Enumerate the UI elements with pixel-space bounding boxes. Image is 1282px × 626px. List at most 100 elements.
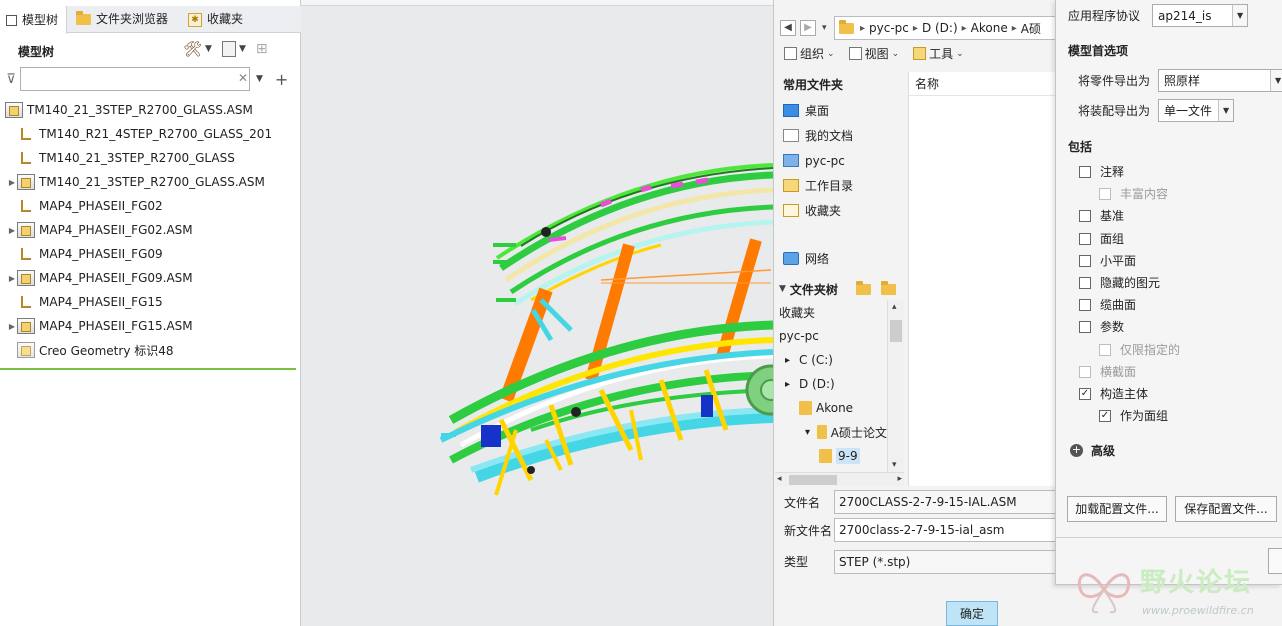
tab-favorites[interactable]: ✱ 收藏夹 <box>182 6 249 33</box>
tree-node[interactable]: TM140_R21_4STEP_R2700_GLASS_201 <box>0 122 300 146</box>
load-config-button[interactable]: 加载配置文件... <box>1067 496 1167 522</box>
tree-settings-button[interactable]: 🛠 ▼ <box>183 40 212 58</box>
folder-tree-item[interactable]: ▾ A硕士论文 <box>775 420 887 444</box>
folder-tree-item[interactable]: 9-9 <box>775 444 887 468</box>
expand-arrow-icon[interactable]: ▸ <box>785 379 795 390</box>
scroll-down-icon[interactable]: ▾ <box>892 460 897 470</box>
folder-tree-item[interactable]: ▸ D (D:) <box>775 372 887 396</box>
expand-arrow-icon[interactable]: ▸ <box>785 355 795 366</box>
place-item[interactable]: 我的文档 <box>779 123 907 148</box>
checkbox[interactable] <box>1079 254 1091 267</box>
place-item[interactable]: 收藏夹 <box>779 198 907 223</box>
tools-button[interactable]: 工具 ⌄ <box>913 45 964 62</box>
part-icon <box>17 150 35 166</box>
folder-tree-item[interactable]: pyc-pc <box>775 324 887 348</box>
checkbox[interactable] <box>1079 276 1091 289</box>
tree-filter-settings-button[interactable]: ⊞ <box>256 41 268 57</box>
folder-tree-item[interactable]: Akone <box>775 396 887 420</box>
tree-show-button[interactable]: ▼ <box>221 41 246 57</box>
chevron-down-icon[interactable]: ▼ <box>256 74 263 84</box>
back-button[interactable]: ◀ <box>780 20 796 36</box>
scroll-left-icon[interactable]: ◂ <box>777 474 782 484</box>
include-option[interactable]: 隐藏的图元 <box>1079 274 1160 291</box>
tree-node-label: MAP4_PHASEII_FG09 <box>39 247 163 261</box>
plus-icon[interactable]: + <box>275 70 288 89</box>
include-option[interactable]: 小平面 <box>1079 252 1136 269</box>
folder-tree-vertical-scrollbar[interactable]: ▴ ▾ <box>887 300 904 472</box>
scroll-right-icon[interactable]: ▸ <box>897 474 902 484</box>
include-option[interactable]: 参数 <box>1079 318 1124 335</box>
tab-folder-browser[interactable]: 文件夹浏览器 <box>70 6 174 33</box>
protocol-select[interactable]: ap214_is ▼ <box>1152 4 1249 27</box>
expand-arrow-icon[interactable]: ▶ <box>7 226 17 235</box>
place-item[interactable]: 工作目录 <box>779 173 907 198</box>
new-file-name-input[interactable]: 2700class-2-7-9-15-ial_asm <box>834 518 1056 542</box>
advanced-row[interactable]: + 高级 <box>1070 442 1115 459</box>
new-folder-icon[interactable] <box>855 280 871 295</box>
assembly-icon <box>17 318 35 334</box>
breadcrumb-drive[interactable]: D (D:) <box>922 21 958 35</box>
folder-tree-horizontal-scrollbar[interactable]: ◂ ▸ <box>775 472 904 486</box>
breadcrumb-akone[interactable]: Akone <box>971 21 1008 35</box>
folder-tree-item[interactable]: ▸ C (C:) <box>775 348 887 372</box>
history-dropdown[interactable]: ▾ <box>822 23 827 33</box>
tree-node[interactable]: TM140_21_3STEP_R2700_GLASS <box>0 146 300 170</box>
folder-tree-item[interactable]: 收藏夹 <box>775 300 887 324</box>
file-list[interactable]: 名称 <box>908 72 1058 486</box>
tree-node[interactable]: MAP4_PHASEII_FG15 <box>0 290 300 314</box>
tree-node[interactable]: MAP4_PHASEII_FG02 <box>0 194 300 218</box>
folder-tree-header[interactable]: ▼ 文件夹树 <box>779 276 907 302</box>
include-option[interactable]: 注释 <box>1079 163 1124 180</box>
checkbox-checked[interactable]: ✓ <box>1079 387 1091 400</box>
include-option[interactable]: 基准 <box>1079 207 1124 224</box>
place-network[interactable]: 网络 <box>779 246 829 271</box>
column-header-name[interactable]: 名称 <box>909 72 1058 96</box>
address-field[interactable]: ▸ pyc-pc ▸ D (D:) ▸ Akone ▸ A硕 <box>834 16 1066 40</box>
ok-button[interactable]: 确定 <box>946 601 998 626</box>
file-type-select[interactable]: STEP (*.stp) <box>834 550 1056 574</box>
tree-node[interactable]: ▶ MAP4_PHASEII_FG15.ASM <box>0 314 300 338</box>
tree-node[interactable]: ▶ MAP4_PHASEII_FG09.ASM <box>0 266 300 290</box>
checkbox[interactable] <box>1079 209 1091 222</box>
tree-node[interactable]: ▶ TM140_21_3STEP_R2700_GLASS.ASM <box>0 170 300 194</box>
include-option[interactable]: ✓ 作为面组 <box>1099 407 1168 424</box>
part-icon <box>17 294 35 310</box>
tree-search-input[interactable] <box>20 67 250 91</box>
place-item[interactable]: pyc-pc <box>779 148 907 173</box>
breadcrumb-pc[interactable]: pyc-pc <box>869 21 909 35</box>
include-option[interactable]: 缆曲面 <box>1079 296 1136 313</box>
checkbox[interactable] <box>1079 165 1091 178</box>
expand-arrow-icon[interactable]: ▶ <box>7 322 17 331</box>
tree-node[interactable]: ▶ MAP4_PHASEII_FG02.ASM <box>0 218 300 242</box>
view-button[interactable]: 视图 ⌄ <box>848 45 899 62</box>
save-config-button[interactable]: 保存配置文件... <box>1175 496 1277 522</box>
checkbox[interactable] <box>1079 232 1091 245</box>
checkbox-checked[interactable]: ✓ <box>1099 409 1111 422</box>
tab-model-tree[interactable]: 模型树 <box>0 6 67 34</box>
close-icon[interactable]: ✕ <box>238 71 248 85</box>
tree-node[interactable]: Creo Geometry 标识48 <box>0 338 300 362</box>
include-option-label: 注释 <box>1100 165 1125 179</box>
scrollbar-thumb[interactable] <box>890 320 902 342</box>
breadcrumb-thesis[interactable]: A硕 <box>1021 20 1041 37</box>
include-option[interactable]: 面组 <box>1079 230 1124 247</box>
export-assembly-select[interactable]: 单一文件 ▼ <box>1158 99 1235 122</box>
filter-icon[interactable]: ⊽ <box>2 72 20 87</box>
checkbox[interactable] <box>1079 298 1091 311</box>
expand-arrow-icon[interactable]: ▾ <box>805 427 813 438</box>
checkbox[interactable] <box>1079 320 1091 333</box>
place-item[interactable]: 桌面 <box>779 98 907 123</box>
include-option[interactable]: ✓ 构造主体 <box>1079 385 1148 402</box>
graphics-viewport[interactable] <box>301 0 773 626</box>
folder-up-icon[interactable] <box>880 280 896 295</box>
scroll-up-icon[interactable]: ▴ <box>892 302 897 312</box>
scrollbar-thumb[interactable] <box>789 475 837 485</box>
organize-button[interactable]: 组织 ⌄ <box>784 45 835 62</box>
expand-arrow-icon[interactable]: ▶ <box>7 178 17 187</box>
tree-node[interactable]: TM140_21_3STEP_R2700_GLASS.ASM <box>0 98 300 122</box>
expand-arrow-icon[interactable]: ▶ <box>7 274 17 283</box>
folder-icon <box>819 449 832 463</box>
forward-button[interactable]: ▶ <box>800 20 816 36</box>
tree-node[interactable]: MAP4_PHASEII_FG09 <box>0 242 300 266</box>
export-parts-select[interactable]: 照原样 ▼ <box>1158 69 1282 92</box>
